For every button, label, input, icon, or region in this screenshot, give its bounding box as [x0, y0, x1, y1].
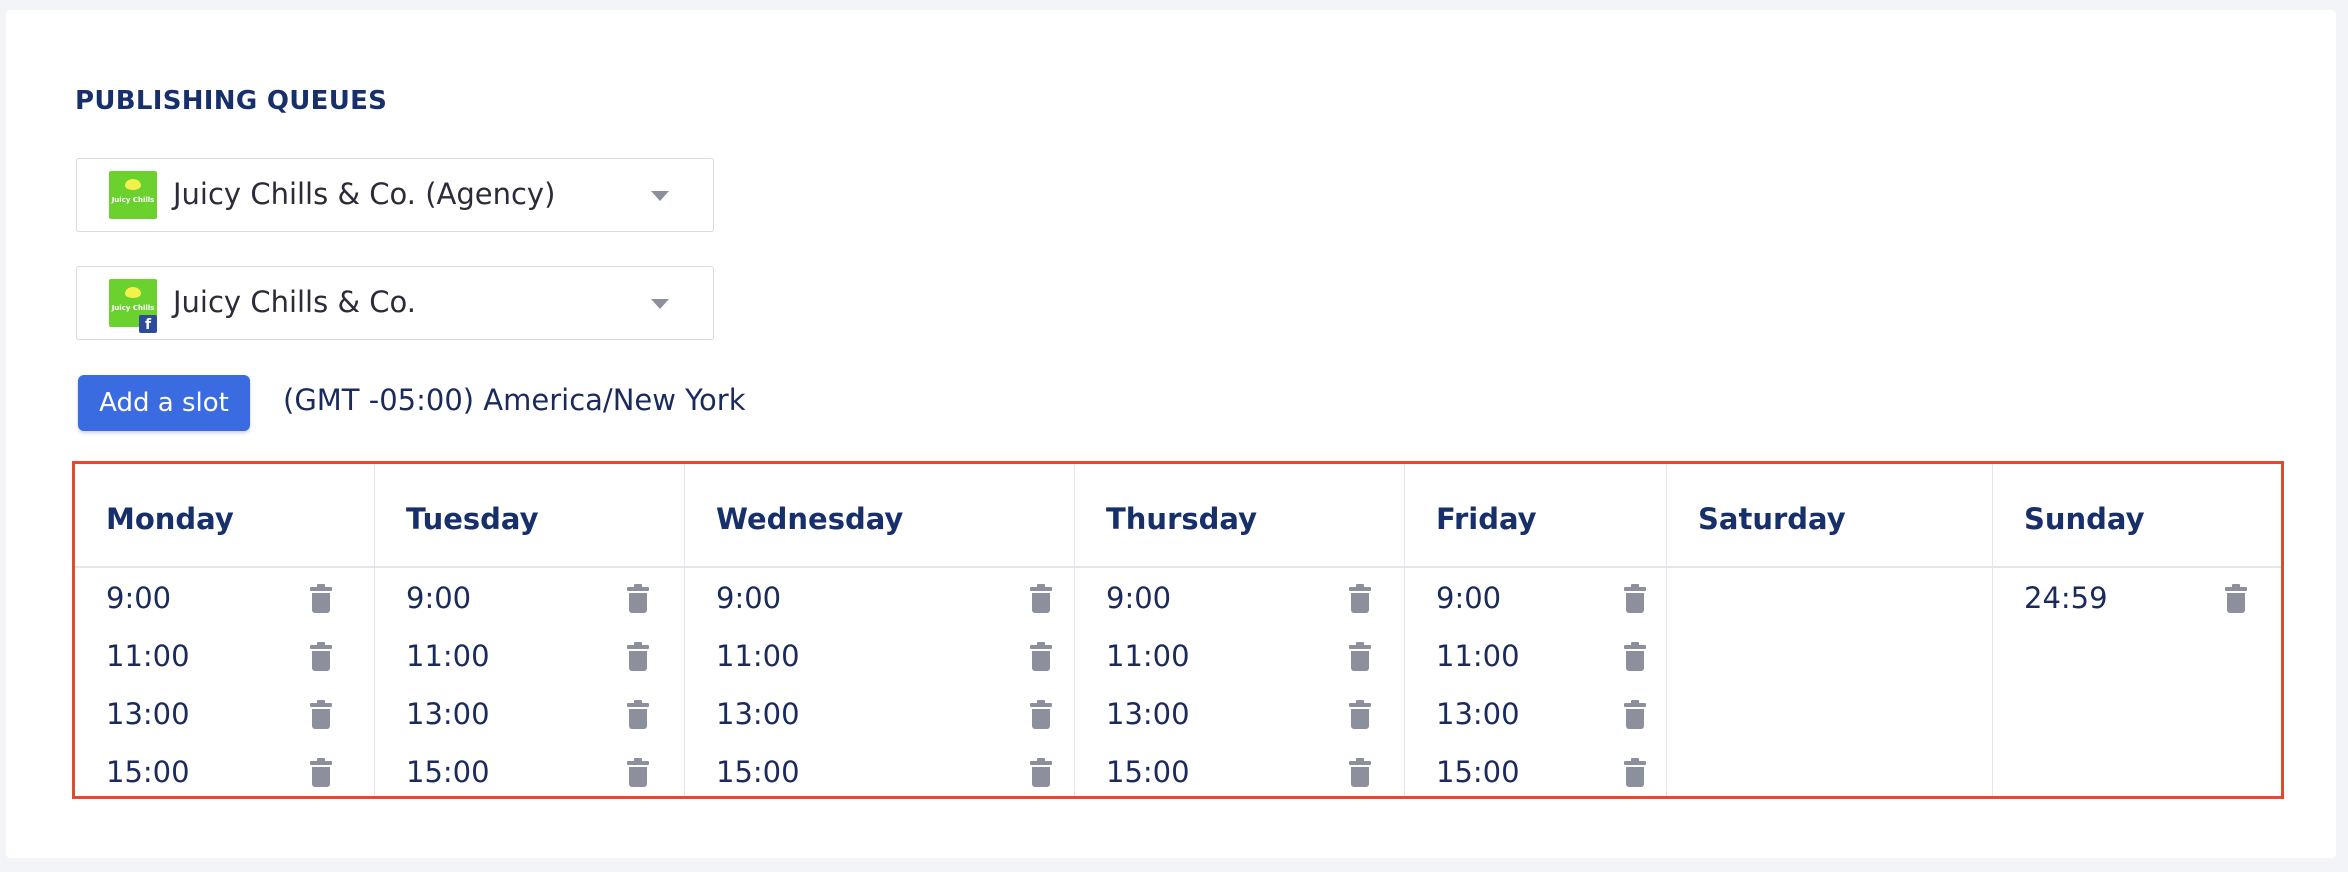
trash-icon[interactable]: [1030, 700, 1052, 731]
time-slot: 15:00: [716, 755, 1074, 795]
time-slot: 15:00: [1436, 755, 1666, 795]
slot-time: 9:00: [1436, 581, 1502, 615]
trash-icon[interactable]: [1349, 700, 1371, 731]
time-slot: 24:59: [2024, 581, 2281, 621]
trash-icon[interactable]: [1624, 642, 1646, 673]
facebook-icon: f: [139, 315, 157, 333]
time-slot: 15:00: [106, 755, 374, 795]
slot-time: 9:00: [106, 581, 172, 615]
trash-icon[interactable]: [627, 758, 649, 789]
time-slot: 15:00: [406, 755, 684, 795]
slot-time: 11:00: [106, 639, 190, 673]
slot-time: 9:00: [716, 581, 782, 615]
trash-icon[interactable]: [1349, 584, 1371, 615]
slot-time: 15:00: [1106, 755, 1190, 789]
day-column-friday: Friday 9:00 11:00 13:00 15:00: [1405, 464, 1667, 796]
time-slot: 11:00: [406, 639, 684, 679]
day-header: Tuesday: [375, 464, 684, 568]
day-column-sunday: Sunday 24:59: [1993, 464, 2281, 796]
add-slot-button[interactable]: Add a slot: [78, 375, 250, 431]
trash-icon[interactable]: [1349, 758, 1371, 789]
slot-time: 11:00: [1106, 639, 1190, 673]
trash-icon[interactable]: [310, 584, 332, 615]
timezone-label: (GMT -05:00) America/New York: [283, 383, 746, 417]
weekly-slots-table: Monday 9:00 11:00 13:00 15:00 Tuesday 9:00 11:0…: [72, 461, 2284, 799]
slot-time: 11:00: [406, 639, 490, 673]
page-title: PUBLISHING QUEUES: [75, 86, 388, 116]
slot-time: 9:00: [1106, 581, 1172, 615]
slot-time: 13:00: [1436, 697, 1520, 731]
trash-icon[interactable]: [310, 758, 332, 789]
time-slot: 11:00: [1106, 639, 1404, 679]
day-column-saturday: Saturday: [1667, 464, 1993, 796]
day-header: Sunday: [1993, 464, 2281, 568]
trash-icon[interactable]: [1349, 642, 1371, 673]
slot-time: 15:00: [716, 755, 800, 789]
caret-down-icon[interactable]: [651, 299, 669, 309]
day-column-wednesday: Wednesday 9:00 11:00 13:00 15:00: [685, 464, 1075, 796]
slot-time: 15:00: [406, 755, 490, 789]
trash-icon[interactable]: [2225, 584, 2247, 615]
time-slot: 11:00: [106, 639, 374, 679]
time-slot: 11:00: [1436, 639, 1666, 679]
slot-time: 13:00: [716, 697, 800, 731]
time-slot: 9:00: [1436, 581, 1666, 621]
slot-time: 24:59: [2024, 581, 2108, 615]
trash-icon[interactable]: [1030, 584, 1052, 615]
trash-icon[interactable]: [310, 642, 332, 673]
day-header: Saturday: [1667, 464, 1992, 568]
slot-time: 13:00: [406, 697, 490, 731]
account-select-label: Juicy Chills & Co. (Agency): [173, 177, 556, 211]
day-header: Thursday: [1075, 464, 1404, 568]
trash-icon[interactable]: [627, 584, 649, 615]
time-slot: 13:00: [406, 697, 684, 737]
trash-icon[interactable]: [627, 700, 649, 731]
time-slot: 13:00: [106, 697, 374, 737]
day-column-monday: Monday 9:00 11:00 13:00 15:00: [75, 464, 375, 796]
slot-time: 13:00: [106, 697, 190, 731]
trash-icon[interactable]: [1624, 758, 1646, 789]
time-slot: 13:00: [1436, 697, 1666, 737]
day-header: Wednesday: [685, 464, 1074, 568]
slot-time: 11:00: [1436, 639, 1520, 673]
time-slot: 9:00: [1106, 581, 1404, 621]
time-slot: 9:00: [106, 581, 374, 621]
day-header: Monday: [75, 464, 374, 568]
trash-icon[interactable]: [1624, 700, 1646, 731]
publishing-queues-panel: PUBLISHING QUEUES Juicy Chills Juicy Chi…: [6, 10, 2336, 858]
slot-time: 9:00: [406, 581, 472, 615]
time-slot: 15:00: [1106, 755, 1404, 795]
trash-icon[interactable]: [310, 700, 332, 731]
trash-icon[interactable]: [1030, 758, 1052, 789]
time-slot: 9:00: [716, 581, 1074, 621]
trash-icon[interactable]: [1030, 642, 1052, 673]
slot-time: 15:00: [1436, 755, 1520, 789]
brand-logo-icon: Juicy Chills: [109, 171, 157, 219]
slot-time: 15:00: [106, 755, 190, 789]
day-column-tuesday: Tuesday 9:00 11:00 13:00 15:00: [375, 464, 685, 796]
profile-select[interactable]: Juicy Chills f Juicy Chills & Co.: [76, 266, 714, 340]
account-select[interactable]: Juicy Chills Juicy Chills & Co. (Agency): [76, 158, 714, 232]
slot-time: 11:00: [716, 639, 800, 673]
caret-down-icon[interactable]: [651, 191, 669, 201]
time-slot: 11:00: [716, 639, 1074, 679]
slot-time: 13:00: [1106, 697, 1190, 731]
trash-icon[interactable]: [627, 642, 649, 673]
trash-icon[interactable]: [1624, 584, 1646, 615]
time-slot: 13:00: [1106, 697, 1404, 737]
profile-select-label: Juicy Chills & Co.: [173, 285, 416, 319]
day-header: Friday: [1405, 464, 1666, 568]
day-column-thursday: Thursday 9:00 11:00 13:00 15:00: [1075, 464, 1405, 796]
time-slot: 9:00: [406, 581, 684, 621]
time-slot: 13:00: [716, 697, 1074, 737]
